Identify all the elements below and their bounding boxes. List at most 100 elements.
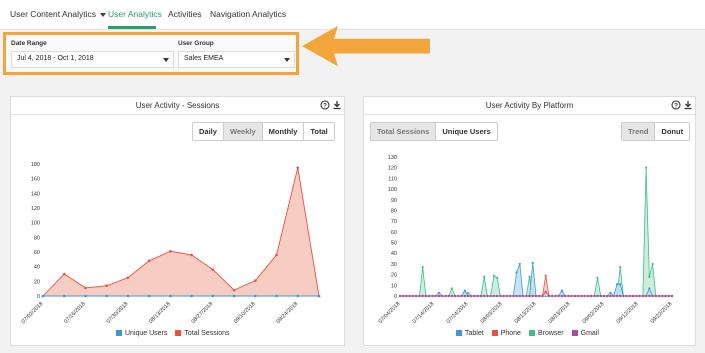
- tablet-point[interactable]: [463, 289, 466, 292]
- gmail-point[interactable]: [408, 294, 411, 298]
- browser-point[interactable]: [644, 166, 648, 169]
- nav-tab-user-analytics[interactable]: User Analytics: [108, 9, 162, 19]
- tablet-point[interactable]: [515, 271, 518, 274]
- gmail-point[interactable]: [625, 294, 628, 298]
- legend-item-phone[interactable]: Phone: [491, 330, 521, 337]
- gmail-point[interactable]: [402, 294, 405, 298]
- gmail-point[interactable]: [457, 294, 460, 298]
- total-sessions-point[interactable]: [211, 268, 215, 271]
- gmail-point[interactable]: [599, 294, 602, 298]
- total-sessions-point[interactable]: [62, 272, 66, 276]
- gmail-point[interactable]: [528, 294, 531, 298]
- gmail-point[interactable]: [428, 294, 431, 298]
- gmail-point[interactable]: [489, 294, 492, 298]
- gmail-point[interactable]: [466, 294, 470, 298]
- browser-point[interactable]: [651, 262, 654, 266]
- gmail-point[interactable]: [560, 294, 564, 298]
- unique-users-point[interactable]: [190, 294, 193, 298]
- gmail-point[interactable]: [580, 294, 583, 298]
- total-sessions-point[interactable]: [254, 279, 257, 282]
- gmail-point[interactable]: [615, 294, 619, 298]
- phone-point[interactable]: [544, 274, 547, 277]
- gmail-point[interactable]: [573, 294, 576, 298]
- unique-users-point[interactable]: [275, 294, 278, 298]
- browser-point[interactable]: [496, 276, 499, 279]
- gmail-point[interactable]: [440, 294, 444, 298]
- gmail-point[interactable]: [661, 294, 664, 298]
- total-sessions-point[interactable]: [105, 284, 108, 288]
- tablet-point[interactable]: [609, 291, 612, 294]
- tablet-point[interactable]: [437, 291, 440, 294]
- gmail-point[interactable]: [638, 294, 641, 298]
- legend-item-unique-users[interactable]: Unique Users: [116, 330, 167, 337]
- gmail-point[interactable]: [664, 294, 667, 298]
- gmail-point[interactable]: [418, 294, 421, 298]
- gmail-point[interactable]: [531, 294, 534, 298]
- help-circle-icon[interactable]: ?: [671, 100, 681, 110]
- gmail-point[interactable]: [602, 294, 606, 298]
- gmail-point[interactable]: [415, 294, 418, 298]
- browser-point[interactable]: [596, 276, 599, 279]
- tablet-point[interactable]: [648, 287, 651, 290]
- gmail-point[interactable]: [586, 294, 589, 298]
- unique-users-point[interactable]: [147, 294, 151, 298]
- total-sessions-point[interactable]: [169, 249, 172, 253]
- gmail-point[interactable]: [496, 294, 499, 298]
- nav-tab-activities[interactable]: Activities: [168, 9, 202, 19]
- gmail-point[interactable]: [644, 294, 648, 298]
- total-sessions-point[interactable]: [126, 276, 130, 279]
- legend-item-browser[interactable]: Browser: [528, 330, 564, 337]
- gmail-point[interactable]: [460, 294, 463, 298]
- gmail-point[interactable]: [470, 294, 473, 298]
- browser-point[interactable]: [492, 274, 496, 277]
- gmail-point[interactable]: [502, 294, 505, 298]
- gmail-point[interactable]: [609, 294, 612, 298]
- total-sessions-point[interactable]: [84, 286, 87, 290]
- gmail-point[interactable]: [544, 290, 547, 293]
- browser-point[interactable]: [483, 275, 486, 278]
- unique-users-point[interactable]: [211, 294, 215, 298]
- unique-users-point[interactable]: [62, 294, 66, 298]
- legend-item-total-sessions[interactable]: Total Sessions: [175, 330, 230, 337]
- browser-point[interactable]: [619, 266, 622, 269]
- gmail-point[interactable]: [583, 294, 586, 298]
- nav-tab-user-content-analytics[interactable]: User Content Analytics: [10, 9, 106, 19]
- gmail-point[interactable]: [483, 294, 486, 298]
- gmail-point[interactable]: [648, 294, 651, 298]
- gmail-point[interactable]: [651, 294, 654, 298]
- gmail-point[interactable]: [541, 294, 544, 298]
- gmail-point[interactable]: [508, 294, 512, 298]
- gmail-point[interactable]: [518, 294, 521, 298]
- gmail-point[interactable]: [554, 294, 557, 298]
- gmail-point[interactable]: [606, 294, 609, 298]
- unique-users-point[interactable]: [296, 294, 300, 298]
- gmail-point[interactable]: [444, 294, 447, 298]
- browser-point[interactable]: [648, 275, 651, 278]
- gmail-point[interactable]: [589, 294, 593, 298]
- unique-users-point[interactable]: [84, 294, 87, 298]
- unique-users-point[interactable]: [41, 294, 45, 298]
- unique-users-point[interactable]: [126, 294, 130, 298]
- tablet-point[interactable]: [560, 289, 564, 292]
- total-sessions-point[interactable]: [275, 253, 278, 257]
- total-sessions-point[interactable]: [232, 288, 236, 292]
- gmail-point[interactable]: [431, 294, 434, 298]
- gmail-point[interactable]: [424, 294, 428, 298]
- gmail-point[interactable]: [657, 294, 661, 298]
- gmail-point[interactable]: [619, 294, 622, 298]
- gmail-point[interactable]: [570, 294, 573, 298]
- gmail-point[interactable]: [499, 294, 502, 298]
- help-circle-icon[interactable]: ?: [320, 100, 330, 110]
- gmail-point[interactable]: [654, 294, 657, 298]
- gmail-point[interactable]: [473, 294, 476, 298]
- gmail-point[interactable]: [622, 294, 625, 298]
- gmail-point[interactable]: [534, 294, 538, 298]
- gmail-point[interactable]: [576, 294, 580, 298]
- unique-users-point[interactable]: [232, 294, 236, 298]
- gmail-point[interactable]: [525, 294, 528, 298]
- unique-users-point[interactable]: [105, 294, 108, 298]
- legend-item-tablet[interactable]: Tablet: [456, 330, 484, 337]
- gmail-point[interactable]: [538, 294, 541, 298]
- gmail-point[interactable]: [492, 294, 496, 298]
- gmail-point[interactable]: [551, 294, 554, 298]
